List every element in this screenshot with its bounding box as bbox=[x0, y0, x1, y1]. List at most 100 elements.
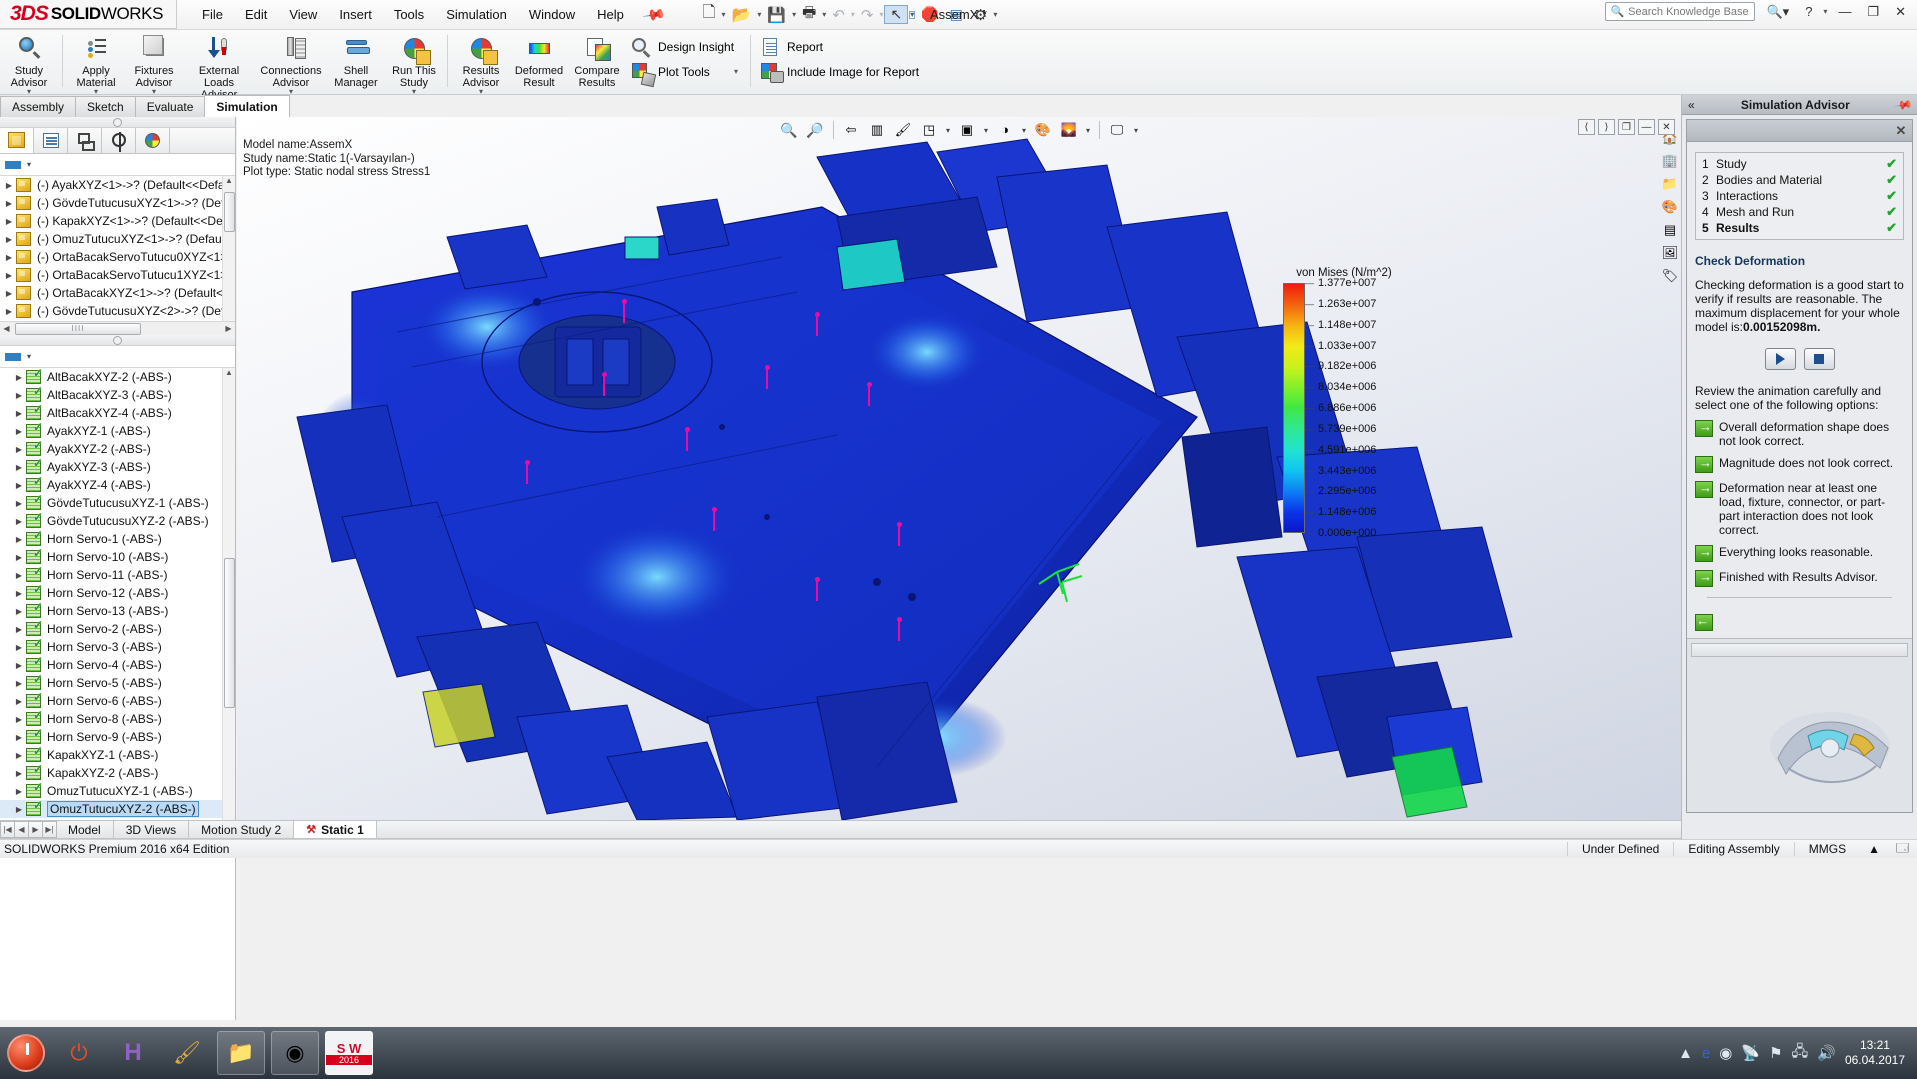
feature-tree-hscroll-thumb[interactable]: IIII bbox=[15, 322, 141, 335]
hide-show-caret-icon[interactable]: ▾ bbox=[982, 126, 991, 135]
parts-tree-vscrollbar[interactable]: ▲ ▼ bbox=[222, 368, 235, 833]
print-icon[interactable]: 🖶 bbox=[797, 2, 821, 27]
open-doc-caret-icon[interactable]: ▾ bbox=[757, 10, 761, 18]
menu-item-tools[interactable]: Tools bbox=[383, 2, 435, 27]
minimize-button[interactable]: — bbox=[1833, 4, 1856, 19]
plot-tools-button[interactable]: Plot Tools ▾ bbox=[626, 59, 746, 84]
deformed-result-button[interactable]: Deformed Result bbox=[510, 30, 568, 92]
help-caret-icon[interactable]: ▾ bbox=[1823, 7, 1827, 15]
fea-model-render[interactable] bbox=[237, 117, 1681, 820]
restore-button[interactable]: ❐ bbox=[1862, 4, 1884, 20]
display-style-icon[interactable]: ◳ bbox=[918, 119, 941, 141]
expand-arrow-icon[interactable]: ▶ bbox=[12, 463, 26, 472]
expand-arrow-icon[interactable]: ▶ bbox=[12, 589, 26, 598]
pushpin-icon[interactable]: 📌 bbox=[641, 2, 667, 28]
tab-3d-views[interactable]: 3D Views bbox=[114, 821, 190, 838]
section-view-icon[interactable]: ▥ bbox=[866, 119, 889, 141]
feature-manager-tree[interactable]: ▲ ▶ (-) AyakXYZ<1>->? (Default<<Default>_… bbox=[0, 176, 235, 321]
panel-splitter-top[interactable] bbox=[0, 117, 235, 128]
select-cursor-icon[interactable]: ↖ bbox=[884, 5, 909, 24]
apply-material-button[interactable]: Apply Material ▾ bbox=[67, 30, 125, 96]
redo-icon[interactable]: ↷ bbox=[856, 6, 879, 24]
feature-tree-vscrollbar[interactable]: ▲ bbox=[222, 176, 235, 321]
viewport-caret-icon[interactable]: ▾ bbox=[1132, 126, 1141, 135]
menu-item-insert[interactable]: Insert bbox=[328, 2, 383, 27]
advisor-option-5[interactable]: Finished with Results Advisor. bbox=[1695, 569, 1904, 587]
advisor-option-4[interactable]: Everything looks reasonable. bbox=[1695, 544, 1904, 562]
report-button[interactable]: Report bbox=[755, 34, 927, 59]
connections-advisor-button[interactable]: Connections Advisor ▾ bbox=[255, 30, 327, 96]
view-palette-icon[interactable]: 🏢 bbox=[1660, 150, 1681, 171]
expand-arrow-icon[interactable]: ▶ bbox=[12, 643, 26, 652]
parts-filter-caret-icon[interactable]: ▾ bbox=[27, 352, 31, 361]
include-image-for-report-button[interactable]: Include Image for Report bbox=[755, 59, 927, 84]
menu-item-help[interactable]: Help bbox=[586, 2, 635, 27]
paint-app-icon[interactable]: 🖌 bbox=[163, 1031, 211, 1075]
options-gear-icon[interactable]: ⚙ bbox=[969, 6, 992, 24]
hide-show-items-icon[interactable]: ▣ bbox=[956, 119, 979, 141]
menu-item-window[interactable]: Window bbox=[518, 2, 586, 27]
decals-icon[interactable]: 🏷 bbox=[1660, 265, 1681, 286]
feature-tree-scroll-thumb[interactable] bbox=[224, 192, 235, 232]
zoom-to-area-icon[interactable]: 🔎 bbox=[804, 119, 827, 141]
shell-manager-button[interactable]: Shell Manager bbox=[327, 30, 385, 92]
advisor-step-study[interactable]: 1 Study ✔ bbox=[1702, 156, 1897, 172]
open-document-icon[interactable]: 📂 bbox=[726, 5, 756, 25]
doc-restore-button[interactable]: ❐ bbox=[1618, 119, 1635, 135]
advisor-step-mesh-and-run[interactable]: 4 Mesh and Run ✔ bbox=[1702, 204, 1897, 220]
display-manager-tab[interactable] bbox=[136, 128, 170, 153]
undo-icon[interactable]: ↶ bbox=[827, 6, 850, 24]
close-button[interactable]: ✕ bbox=[1890, 4, 1911, 20]
fixtures-advisor-button[interactable]: Fixtures Advisor ▾ bbox=[125, 30, 183, 96]
save-icon[interactable]: 💾 bbox=[762, 6, 791, 24]
search-input[interactable]: 🔍 Search Knowledge Base bbox=[1605, 2, 1756, 21]
doc-prev-button[interactable]: ⟨ bbox=[1578, 119, 1595, 135]
feature-tree-scroll-right[interactable]: ▶ bbox=[222, 324, 235, 333]
open-folder-icon[interactable]: 📁 bbox=[1660, 173, 1681, 194]
display-style-caret-icon[interactable]: ▾ bbox=[944, 126, 953, 135]
dimxpert-manager-tab[interactable] bbox=[102, 128, 136, 153]
expand-arrow-icon[interactable]: ▶ bbox=[12, 535, 26, 544]
expand-arrow-icon[interactable]: ▶ bbox=[12, 679, 26, 688]
display-options-icon[interactable]: ▤ bbox=[945, 6, 968, 23]
expand-arrow-icon[interactable]: ▶ bbox=[12, 697, 26, 706]
compare-results-button[interactable]: Compare Results bbox=[568, 30, 626, 92]
design-insight-button[interactable]: Design Insight bbox=[626, 34, 746, 59]
select-caret-icon[interactable]: ▾ bbox=[909, 10, 916, 19]
redo-caret-icon[interactable]: ▾ bbox=[879, 10, 883, 18]
start-button[interactable] bbox=[0, 1027, 52, 1079]
expand-arrow-icon[interactable]: ▶ bbox=[12, 517, 26, 526]
steam-icon[interactable]: ◉ bbox=[1719, 1044, 1732, 1062]
parts-tree-row-selected[interactable]: ▶ OmuzTutucuXYZ-2 (-ABS-) bbox=[0, 798, 235, 818]
panel-splitter-mid[interactable] bbox=[0, 335, 235, 346]
advisor-close-button[interactable]: ✕ bbox=[1890, 123, 1912, 139]
expand-arrow-icon[interactable]: ▶ bbox=[2, 307, 16, 316]
view-orientation-icon[interactable]: 🖌 bbox=[892, 119, 915, 141]
expand-arrow-icon[interactable]: ▶ bbox=[12, 733, 26, 742]
expand-arrow-icon[interactable]: ▶ bbox=[12, 553, 26, 562]
viewport-layout-icon[interactable]: 🖵 bbox=[1106, 119, 1129, 141]
doc-minimize-button[interactable]: — bbox=[1638, 119, 1655, 135]
search-dropdown-icon[interactable]: 🔍▾ bbox=[1761, 4, 1794, 20]
expand-arrow-icon[interactable]: ▶ bbox=[2, 253, 16, 262]
file-explorer-icon[interactable]: 📁 bbox=[217, 1031, 265, 1075]
tab-next-button[interactable]: ▶ bbox=[28, 821, 43, 838]
tab-assembly[interactable]: Assembly bbox=[0, 96, 77, 117]
tab-evaluate[interactable]: Evaluate bbox=[134, 96, 206, 117]
expand-arrow-icon[interactable]: ▶ bbox=[12, 625, 26, 634]
filter-caret-icon[interactable]: ▾ bbox=[27, 160, 31, 169]
help-button[interactable]: ? bbox=[1800, 4, 1817, 19]
study-advisor-button[interactable]: Study Advisor ▾ bbox=[0, 30, 58, 96]
advisor-step-bodies-and-material[interactable]: 2 Bodies and Material ✔ bbox=[1702, 172, 1897, 188]
tab-last-button[interactable]: ▶| bbox=[42, 821, 57, 838]
tab-first-button[interactable]: |◀ bbox=[0, 821, 15, 838]
feature-tree-row[interactable]: ▶ (-) OrtaBacakServoTutucu0XYZ<1>->? (D bbox=[0, 248, 235, 266]
advisor-option-1[interactable]: Overall deformation shape does not look … bbox=[1695, 419, 1904, 448]
chevron-double-left-icon[interactable]: « bbox=[1682, 98, 1701, 112]
expand-arrow-icon[interactable]: ▶ bbox=[12, 787, 26, 796]
show-hidden-icons-icon[interactable]: ▲ bbox=[1678, 1045, 1693, 1062]
advisor-step-interactions[interactable]: 3 Interactions ✔ bbox=[1702, 188, 1897, 204]
appearances-icon[interactable]: 🎨 bbox=[1660, 196, 1681, 217]
overlay-icon[interactable]: 🗔 bbox=[1888, 839, 1917, 860]
apply-scene-icon[interactable]: 🌄 bbox=[1058, 119, 1081, 141]
